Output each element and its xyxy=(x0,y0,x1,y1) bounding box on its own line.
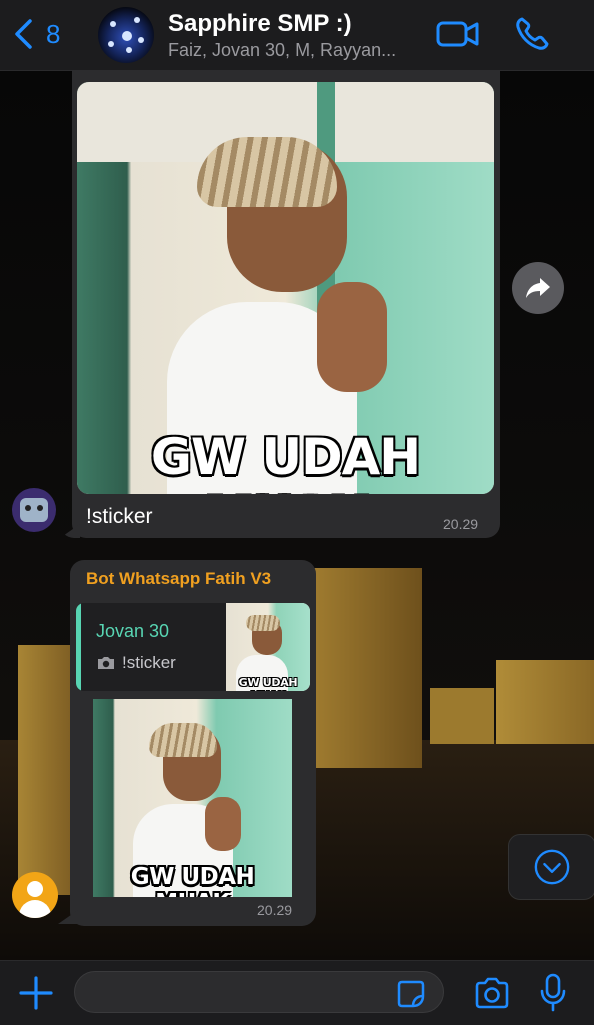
plus-icon xyxy=(19,976,53,1010)
video-call-button[interactable] xyxy=(436,18,480,50)
group-members-preview[interactable]: Faiz, Jovan 30, M, Rayyan... xyxy=(168,40,396,61)
message-timestamp: 20.29 xyxy=(443,516,479,532)
sticker-button[interactable] xyxy=(396,979,426,1009)
camera-icon xyxy=(98,657,114,669)
message-timestamp: 20.29 xyxy=(257,902,293,918)
message-input[interactable] xyxy=(74,971,444,1013)
back-button[interactable]: 8 xyxy=(12,14,60,54)
quote-text: !sticker xyxy=(122,653,176,672)
meme-caption: GW UDAH MUAK xyxy=(150,428,421,494)
phone-icon xyxy=(516,17,549,50)
group-name[interactable]: Sapphire SMP :) xyxy=(168,10,352,38)
forward-button[interactable] xyxy=(512,262,564,314)
forward-arrow-icon xyxy=(526,278,550,298)
attach-button[interactable] xyxy=(18,975,54,1011)
quote-accent-bar xyxy=(76,603,81,691)
sender-name[interactable]: Bot Whatsapp Fatih V3 xyxy=(86,569,271,589)
quote-thumb-caption: GW UDAH MUAK xyxy=(238,676,298,691)
quote-text-row: !sticker xyxy=(96,653,176,673)
quoted-message[interactable]: Jovan 30 !sticker GW UDAH MUAK xyxy=(76,603,310,691)
sticker-icon xyxy=(397,980,425,1008)
message-caption: !sticker xyxy=(86,505,153,528)
sender-avatar[interactable] xyxy=(12,488,56,532)
composer-bar xyxy=(0,960,594,1025)
voice-call-button[interactable] xyxy=(514,16,550,52)
group-avatar[interactable] xyxy=(98,7,154,63)
video-camera-icon xyxy=(436,21,479,47)
unread-count: 8 xyxy=(46,18,61,49)
camera-button[interactable] xyxy=(474,977,510,1009)
chevron-left-icon xyxy=(15,19,32,49)
voice-message-button[interactable] xyxy=(538,973,568,1013)
quote-author: Jovan 30 xyxy=(96,621,170,641)
chat-header: 8 Sapphire SMP :) Faiz, Jovan 30, M, Ray… xyxy=(0,0,594,71)
message-image[interactable]: GW UDAH MUAK xyxy=(77,82,494,494)
camera-icon xyxy=(475,977,509,1009)
quote-thumbnail: GW UDAH MUAK xyxy=(226,603,310,691)
sender-avatar[interactable] xyxy=(12,872,58,918)
scroll-to-bottom-button[interactable] xyxy=(508,834,594,900)
microphone-icon xyxy=(540,973,566,1012)
meme-caption: GW UDAH MUAK xyxy=(130,864,255,897)
sticker-image[interactable]: GW UDAH MUAK xyxy=(93,699,292,897)
chevron-down-circle-icon xyxy=(534,849,570,885)
